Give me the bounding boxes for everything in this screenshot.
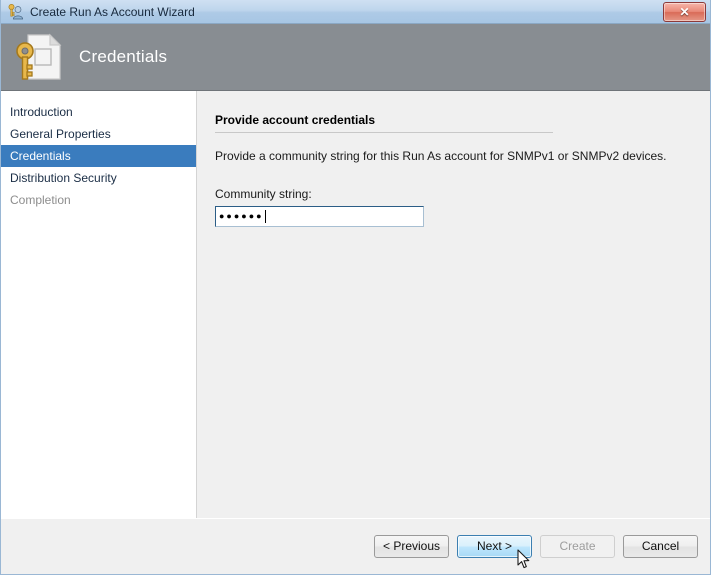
window-title: Create Run As Account Wizard bbox=[30, 4, 195, 19]
runas-account-icon bbox=[7, 3, 24, 20]
button-bar: < Previous Next > Create Cancel bbox=[1, 518, 710, 573]
section-heading: Provide account credentials bbox=[215, 113, 376, 127]
sidebar-item-completion: Completion bbox=[10, 193, 71, 207]
next-button[interactable]: Next > bbox=[457, 534, 532, 558]
sidebar-item-distribution-security[interactable]: Distribution Security bbox=[1, 167, 196, 189]
sidebar-item-general-properties[interactable]: General Properties bbox=[1, 123, 196, 145]
community-string-input[interactable]: ●●●●●● bbox=[215, 206, 424, 227]
content-panel: Provide account credentials Provide a co… bbox=[197, 91, 710, 518]
text-caret bbox=[264, 210, 266, 223]
previous-button[interactable]: < Previous bbox=[374, 534, 449, 558]
title-bar: Create Run As Account Wizard ✕ bbox=[1, 0, 710, 24]
wizard-banner: Credentials bbox=[1, 24, 710, 91]
wizard-window: Create Run As Account Wizard ✕ Credentia… bbox=[0, 0, 711, 575]
section-divider bbox=[215, 132, 553, 133]
sidebar-item-credentials[interactable]: Credentials bbox=[1, 145, 196, 167]
community-string-label: Community string: bbox=[215, 187, 312, 201]
section-description: Provide a community string for this Run … bbox=[215, 149, 667, 163]
cancel-button[interactable]: Cancel bbox=[623, 534, 698, 558]
sidebar-item-introduction[interactable]: Introduction bbox=[1, 101, 196, 123]
community-string-value: ●●●●●● bbox=[219, 211, 264, 221]
wizard-steps-sidebar: Introduction General Properties Credenti… bbox=[1, 91, 197, 518]
close-button[interactable]: ✕ bbox=[663, 2, 706, 22]
key-document-icon bbox=[11, 29, 67, 85]
body-area: Introduction General Properties Credenti… bbox=[1, 91, 710, 518]
create-button: Create bbox=[540, 534, 615, 558]
page-title: Credentials bbox=[79, 47, 168, 66]
close-icon: ✕ bbox=[679, 5, 690, 19]
